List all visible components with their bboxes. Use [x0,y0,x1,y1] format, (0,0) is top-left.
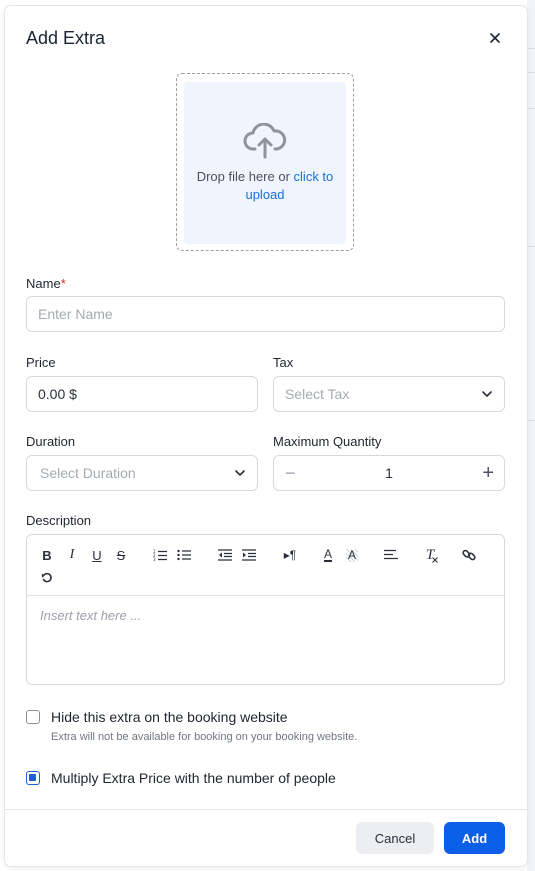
background-color-button[interactable]: A [343,547,361,563]
font-color-icon: A [323,547,332,562]
svg-text:3: 3 [153,557,156,561]
bullet-list-button[interactable] [175,547,193,563]
clear-x-icon [432,557,438,563]
file-upload-dropzone[interactable]: Drop file here or click to upload [176,73,354,251]
name-placeholder: Enter Name [38,306,113,322]
multiply-price-checkbox[interactable] [26,771,40,785]
undo-button[interactable] [38,569,56,585]
add-extra-dialog: Add Extra Drop file here or click to upl… [5,6,527,866]
indent-button[interactable] [240,547,258,563]
duration-placeholder: Select Duration [40,465,136,481]
close-icon [490,33,500,43]
outdent-icon [218,549,232,561]
ordered-list-icon: 1 2 3 [153,549,167,561]
required-mark: * [60,276,66,291]
duration-select[interactable]: Select Duration [26,455,258,491]
price-label: Price [26,355,56,370]
indent-icon [242,549,256,561]
tax-label: Tax [273,355,294,370]
align-button[interactable] [382,547,400,563]
upload-link[interactable]: upload [245,187,284,202]
tax-select[interactable]: Select Tax [273,376,505,412]
max-quantity-label: Maximum Quantity [273,434,382,449]
hide-extra-help: Extra will not be available for booking … [51,731,358,743]
name-input[interactable]: Enter Name [26,296,505,332]
paragraph-direction-button[interactable]: ▸¶ [280,547,300,563]
ordered-list-button[interactable]: 1 2 3 [151,547,169,563]
chevron-down-icon [482,391,492,397]
increment-button[interactable]: + [482,463,494,483]
name-label-text: Name [26,276,61,291]
italic-button[interactable]: I [63,547,81,563]
align-left-icon [384,549,398,560]
cloud-upload-icon [243,123,287,159]
undo-icon [41,572,52,583]
upload-area[interactable]: Drop file here or click to upload [184,82,346,244]
add-button[interactable]: Add [444,822,505,854]
link-icon [462,549,476,561]
close-button[interactable] [485,28,505,48]
price-value: 0.00 $ [38,386,77,402]
font-color-button[interactable]: A [319,547,337,563]
background-color-icon: A [345,547,358,562]
hide-extra-label[interactable]: Hide this extra on the booking website [51,709,288,725]
page-backdrop [527,0,535,871]
description-placeholder: Insert text here ... [40,608,142,623]
duration-label: Duration [26,434,76,449]
strikethrough-button[interactable]: S [112,547,130,563]
name-label: Name* [26,276,66,291]
editor-toolbar: B I U S 1 2 3 ▸¶ A A T [27,535,504,596]
click-to-upload-link[interactable]: click to [294,169,334,184]
chevron-down-icon [235,470,245,476]
drop-text: Drop file here or [196,169,290,184]
bold-button[interactable]: B [38,547,56,563]
cancel-button[interactable]: Cancel [356,822,434,854]
clear-formatting-button[interactable]: T [421,547,439,563]
hide-extra-checkbox[interactable] [26,710,40,724]
description-editor: B I U S 1 2 3 ▸¶ A A T Insert text here … [26,534,505,685]
dialog-title: Add Extra [26,28,106,48]
multiply-price-label[interactable]: Multiply Extra Price with the number of … [51,770,336,786]
price-input[interactable]: 0.00 $ [26,376,258,412]
upload-instructions: Drop file here or click to upload [188,168,342,204]
quantity-value[interactable]: 1 [274,465,504,481]
description-label: Description [26,513,92,528]
underline-button[interactable]: U [88,547,106,563]
footer-divider [5,809,527,810]
tax-placeholder: Select Tax [285,386,350,402]
quantity-stepper[interactable]: − 1 + [273,455,505,491]
outdent-button[interactable] [216,547,234,563]
bullet-list-icon [177,549,191,561]
insert-link-button[interactable] [460,547,478,563]
